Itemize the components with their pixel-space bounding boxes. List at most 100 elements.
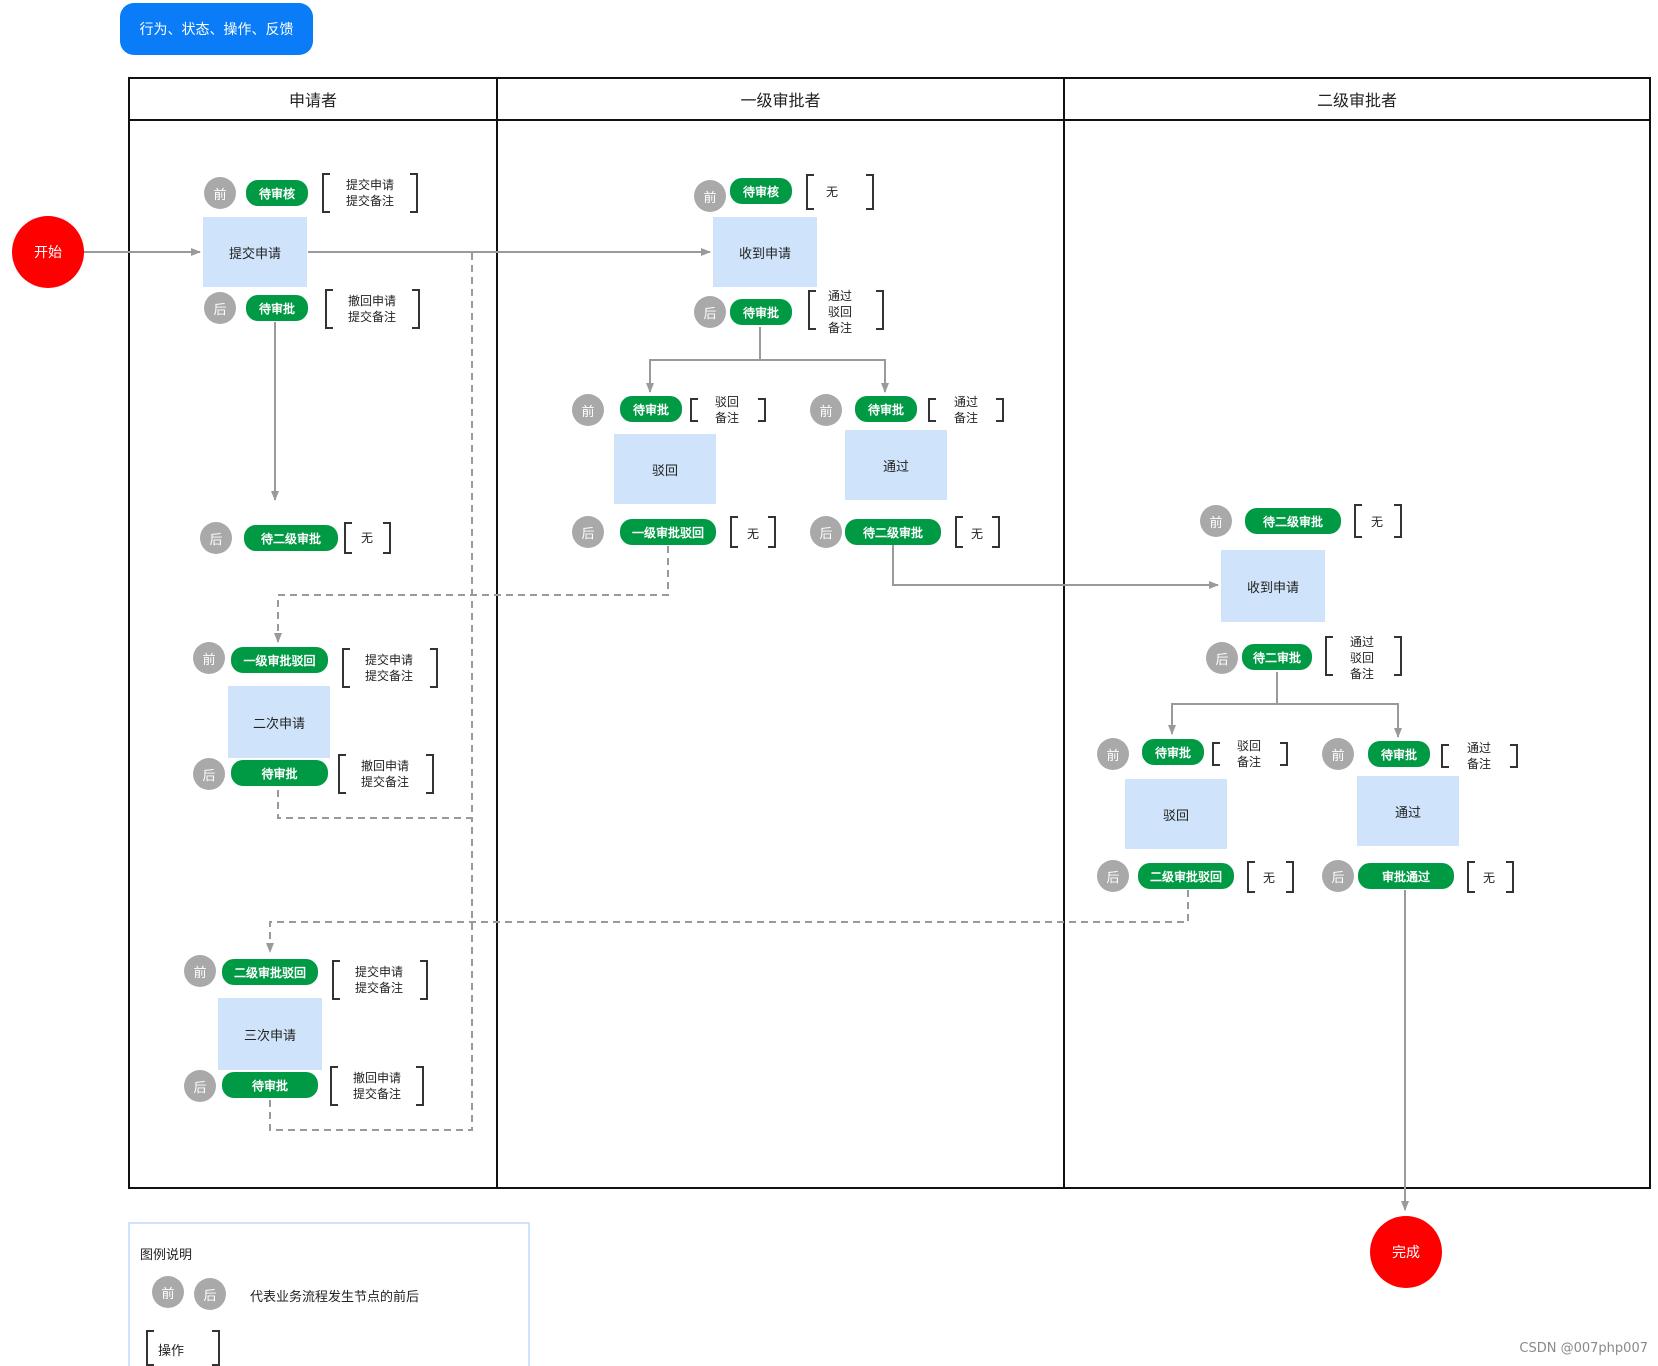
- legend-badge-desc: 代表业务流程发生节点的前后: [250, 1290, 420, 1305]
- node-submit[interactable]: 提交申请: [203, 217, 307, 287]
- ops-list: 无: [825, 185, 838, 199]
- after-badge: 后: [694, 296, 726, 328]
- lane-header-level1: 一级审批者: [740, 91, 821, 110]
- ops-list: 驳回 备注: [714, 395, 739, 425]
- after-badge: 后: [193, 758, 225, 790]
- ops-list: 无: [970, 527, 983, 541]
- watermark: CSDN @007php007: [1519, 1341, 1648, 1356]
- status-pill: 待审批: [620, 396, 682, 422]
- arrow-l1-split: [646, 327, 761, 393]
- before-badge: 前: [694, 180, 726, 212]
- bracket-right: [876, 290, 884, 330]
- bracket-right: [420, 960, 428, 1000]
- node-l2-pass[interactable]: 通过: [1357, 776, 1459, 846]
- after-badge: 后: [204, 292, 236, 324]
- bracket-right: [758, 398, 766, 422]
- bracket-left: [322, 173, 330, 213]
- status-pill: 待审批: [231, 760, 328, 786]
- status-pill: 待审批: [730, 299, 792, 325]
- bracket-left: [1354, 504, 1362, 538]
- bracket-left: [146, 1330, 154, 1366]
- status-pill: 待审批: [1368, 741, 1430, 767]
- bracket-right: [410, 173, 418, 213]
- ops-list: 无: [746, 527, 759, 541]
- before-badge: 前: [152, 1276, 184, 1308]
- bracket-right: [416, 1066, 424, 1106]
- node-l1-receive[interactable]: 收到申请: [713, 217, 817, 287]
- bracket-left: [325, 289, 333, 329]
- before-badge: 前: [572, 394, 604, 426]
- ops-list: 撤回申请 提交备注: [352, 1071, 401, 1101]
- before-badge: 前: [1322, 738, 1354, 770]
- bracket-right: [1280, 742, 1288, 766]
- bracket-right: [426, 754, 434, 794]
- ops-list: 无: [1482, 871, 1495, 885]
- after-badge: 后: [1206, 642, 1238, 674]
- bracket-right: [1286, 861, 1294, 893]
- after-badge: 后: [194, 1278, 226, 1310]
- bracket-left: [690, 398, 698, 422]
- arrow-l1pass-l2recv: [892, 545, 1219, 589]
- status-pill: 待二审批: [1242, 644, 1312, 670]
- node-l1-reject[interactable]: 驳回: [614, 434, 716, 504]
- legend-title: 图例说明: [140, 1248, 193, 1263]
- start-node[interactable]: 开始: [12, 216, 84, 288]
- bracket-right: [1394, 504, 1402, 538]
- status-pill: 待二级审批: [1245, 508, 1341, 534]
- bracket-left: [928, 398, 936, 422]
- after-badge: 后: [1097, 860, 1129, 892]
- ops-list: 撤回申请 提交备注: [347, 294, 396, 324]
- status-pill: 待二级审批: [845, 519, 941, 545]
- bracket-right: [768, 516, 776, 548]
- status-pill: 待审批: [246, 295, 308, 321]
- node-l2-receive[interactable]: 收到申请: [1221, 550, 1325, 622]
- bracket-right: [1506, 861, 1514, 893]
- bracket-left: [1441, 744, 1449, 768]
- bracket-left: [342, 648, 350, 688]
- bracket-right: [996, 398, 1004, 422]
- status-pill: 审批通过: [1358, 863, 1454, 889]
- status-pill: 一级审批驳回: [231, 647, 328, 673]
- after-badge: 后: [200, 522, 232, 554]
- bracket-right: [430, 648, 438, 688]
- ops-list: 无: [1262, 871, 1275, 885]
- swimlane-frame: [128, 77, 1651, 1189]
- status-pill: 二级审批驳回: [222, 959, 318, 985]
- arrow-l2-split-right: [1277, 703, 1402, 738]
- ops-list: 无: [1370, 515, 1383, 529]
- end-node[interactable]: 完成: [1370, 1216, 1442, 1288]
- bracket-left: [730, 516, 738, 548]
- bracket-left: [1325, 636, 1333, 676]
- title-tag: 行为、状态、操作、反馈: [120, 3, 313, 55]
- ops-list: 通过 驳回 备注: [827, 289, 852, 335]
- ops-list: 通过 备注: [1466, 741, 1491, 771]
- status-pill: 待审批: [855, 396, 917, 422]
- bracket-left: [344, 522, 352, 554]
- bracket-right: [212, 1330, 220, 1366]
- bracket-left: [332, 960, 340, 1000]
- ops-list: 撤回申请 提交备注: [360, 759, 409, 789]
- after-badge: 后: [572, 516, 604, 548]
- before-badge: 前: [204, 177, 236, 209]
- node-l2-reject[interactable]: 驳回: [1125, 779, 1227, 849]
- before-badge: 前: [1097, 738, 1129, 770]
- node-l1-pass[interactable]: 通过: [845, 430, 947, 500]
- after-badge: 后: [1322, 860, 1354, 892]
- arrow-l2-split: [1168, 672, 1278, 735]
- bracket-right: [1394, 636, 1402, 676]
- legend-ops-label: 操作: [158, 1344, 185, 1359]
- bracket-right: [992, 516, 1000, 548]
- status-pill: 待审核: [730, 178, 792, 204]
- status-pill: 待审批: [1142, 739, 1204, 765]
- node-resubmit-3[interactable]: 三次申请: [218, 998, 322, 1070]
- ops-list: 通过 备注: [953, 395, 978, 425]
- arrow-l1-split-right: [760, 359, 889, 393]
- bracket-left: [330, 1066, 338, 1106]
- dashed-l2reject-s3: [266, 890, 1189, 953]
- status-pill: 一级审批驳回: [620, 519, 716, 545]
- status-pill: 待审批: [222, 1072, 318, 1098]
- bracket-right: [866, 174, 874, 210]
- ops-list: 通过 驳回 备注: [1349, 635, 1374, 681]
- node-resubmit-2[interactable]: 二次申请: [228, 686, 330, 758]
- after-badge: 后: [810, 516, 842, 548]
